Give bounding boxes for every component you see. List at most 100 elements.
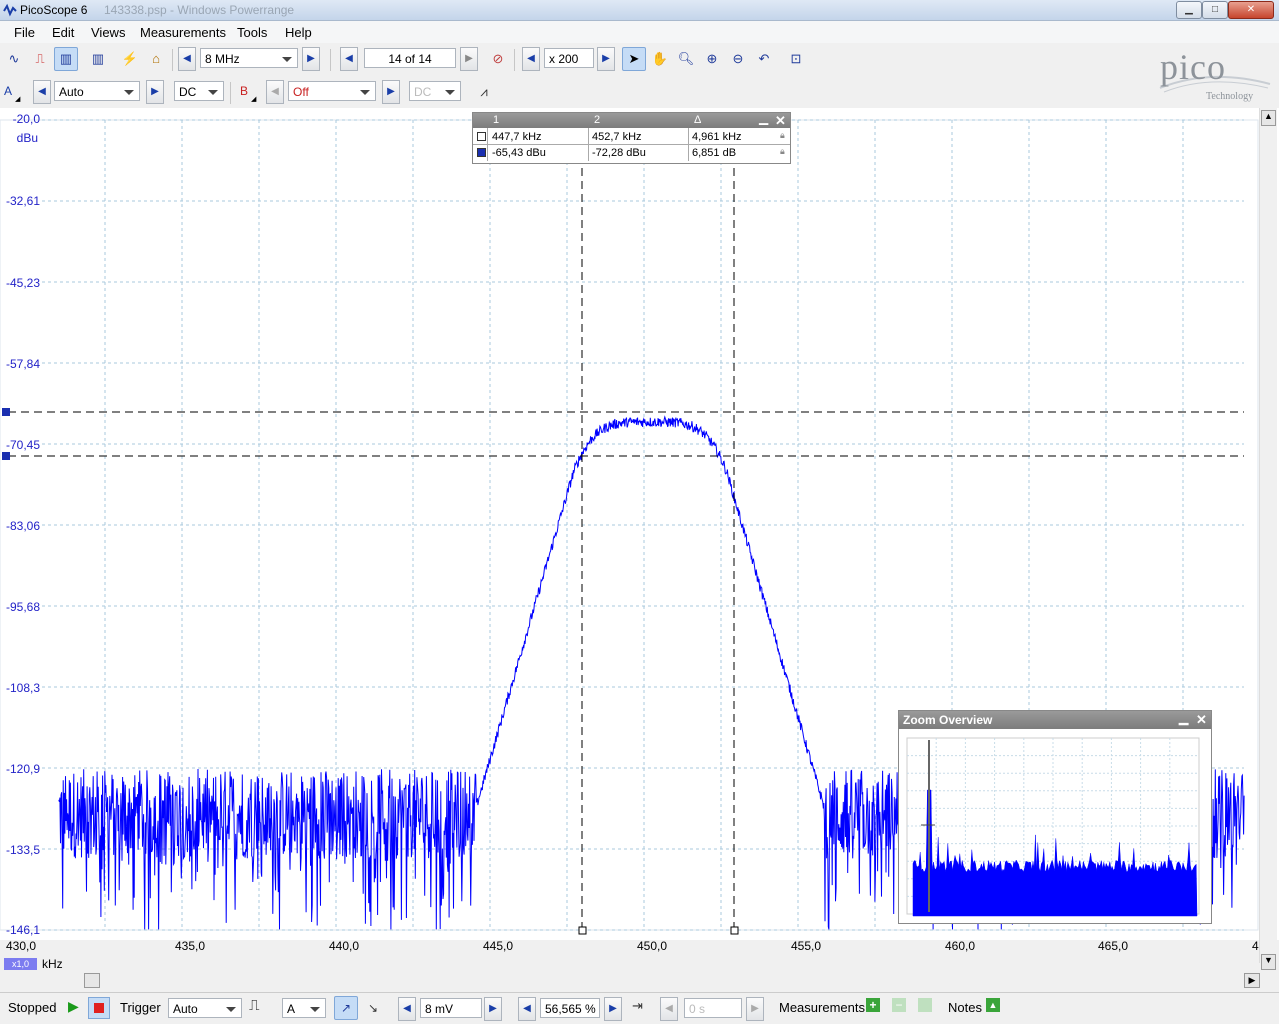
measurements-label: Measurements — [779, 1000, 865, 1015]
buffer-previous-button[interactable]: ◀ — [340, 47, 358, 71]
cursor-table-header: 1 2 Δ ▁ ✕ — [473, 111, 790, 129]
minimize-button[interactable]: ▁ — [1176, 1, 1202, 19]
persistence-mode-icon[interactable]: ⎍ — [28, 47, 52, 71]
channel-a-coupling-select[interactable]: DC — [174, 81, 224, 101]
start-icon[interactable]: ▶ — [68, 998, 79, 1015]
y-tick-label: -20,0 — [12, 112, 40, 126]
post-trigger-icon[interactable]: ⇥ — [632, 998, 643, 1014]
rising-edge-icon[interactable]: ↗ — [334, 996, 358, 1020]
menu-help[interactable]: Help — [285, 25, 312, 40]
channel-b-coupling-select[interactable]: DC — [409, 81, 461, 101]
window-subtitle: 143338.psp - Windows Powerrange — [104, 3, 295, 17]
scroll-thumb[interactable] — [84, 973, 100, 988]
range-a-increase-button[interactable]: ▶ — [146, 80, 164, 104]
vertical-scrollbar[interactable]: ▲ ▼ — [1259, 108, 1277, 970]
delete-measurement-icon[interactable] — [918, 998, 932, 1012]
hand-tool-icon[interactable]: ✋ — [648, 47, 672, 71]
delay-field[interactable]: 0 s — [684, 998, 742, 1018]
undo-zoom-icon[interactable]: ↶ — [752, 47, 776, 71]
zoom-decrease-button[interactable]: ◀ — [522, 47, 540, 71]
maximize-button[interactable]: □ — [1202, 1, 1228, 19]
buffer-navigation-field[interactable]: 14 of 14 — [364, 48, 456, 68]
channel-b-range-select[interactable]: Off — [288, 81, 376, 101]
pointer-tool-icon[interactable]: ➤ — [622, 47, 646, 71]
scope-mode-icon[interactable]: ∿ — [2, 47, 26, 71]
channel-a-options[interactable]: A — [4, 84, 12, 98]
stop-button[interactable] — [88, 997, 110, 1019]
delay-decrease-button[interactable]: ◀ — [660, 997, 678, 1021]
edit-measurement-icon[interactable]: − — [892, 998, 906, 1012]
menu-measurements[interactable]: Measurements — [140, 25, 226, 40]
buffer-navigator-icon[interactable]: ⊘ — [486, 47, 510, 71]
trigger-properties-icon[interactable]: ⎍ — [249, 997, 260, 1014]
zoom-to-fit-icon[interactable]: ⊡ — [784, 47, 808, 71]
threshold-field[interactable]: 8 mV — [420, 998, 482, 1018]
scroll-up-button[interactable]: ▲ — [1261, 110, 1276, 126]
close-icon[interactable]: ✕ — [1196, 712, 1207, 728]
buffer-next-button[interactable]: ▶ — [460, 47, 478, 71]
lock-icon[interactable]: 🔒︎ — [780, 130, 785, 141]
cursor-measurement-table: 1 2 Δ ▁ ✕ 447,7 kHz 452,7 kHz 4,961 kHz … — [472, 111, 791, 164]
zoom-overview-graph[interactable] — [899, 730, 1211, 923]
probe-icon[interactable]: ⚡ — [118, 47, 142, 71]
signal-ruler-1-handle — [2, 408, 10, 416]
menu-tools[interactable]: Tools — [237, 25, 267, 40]
y-tick-label: -120,9 — [5, 762, 40, 776]
range-a-decrease-button[interactable]: ◀ — [33, 80, 51, 104]
range-b-increase-button[interactable]: ▶ — [382, 80, 400, 104]
menu-edit[interactable]: Edit — [52, 25, 74, 40]
minimize-icon[interactable]: ▁ — [1179, 711, 1188, 725]
add-measurement-icon[interactable]: + — [866, 998, 880, 1012]
close-icon[interactable]: ✕ — [775, 113, 786, 129]
lock-icon[interactable]: 🔒︎ — [780, 146, 785, 157]
close-button[interactable]: ✕ — [1228, 1, 1274, 19]
x-tick-label: 430,0 — [6, 939, 37, 953]
cursor-2-level: -72,28 dBu — [592, 147, 646, 159]
scroll-down-button[interactable]: ▼ — [1261, 954, 1276, 970]
pretrigger-decrease-button[interactable]: ◀ — [518, 997, 536, 1021]
horizontal-scrollbar[interactable]: ▶ — [0, 971, 1279, 989]
y-unit-label: dBu — [16, 131, 38, 145]
scroll-right-button[interactable]: ▶ — [1244, 973, 1260, 988]
zoom-overview-panel[interactable]: Zoom Overview ▁ ✕ — [898, 710, 1212, 924]
notes-toggle-icon[interactable]: ▲ — [986, 998, 1000, 1012]
zoom-area-icon[interactable]: 🔍︎ — [674, 47, 698, 71]
zoom-increase-button[interactable]: ▶ — [597, 47, 615, 71]
zoom-in-icon[interactable]: ⊕ — [700, 47, 724, 71]
time-rulers-icon — [477, 132, 486, 141]
x-unit-label: kHz — [42, 957, 63, 971]
frequency-increase-button[interactable]: ▶ — [302, 47, 320, 71]
falling-edge-icon[interactable]: ↘ — [361, 996, 385, 1020]
zoom-factor-field[interactable]: x 200 — [544, 48, 594, 68]
range-b-decrease-button[interactable]: ◀ — [266, 80, 284, 104]
signal-generator-icon[interactable]: ⩘ — [472, 80, 496, 104]
cursor-2-header: 2 — [594, 114, 601, 126]
overview-zoom-window — [928, 740, 930, 912]
channel-b-dropdown-icon[interactable]: ◢ — [251, 95, 256, 103]
home-icon[interactable]: ⌂ — [144, 47, 168, 71]
menu-file[interactable]: File — [14, 25, 35, 40]
zoom-out-icon[interactable]: ⊖ — [726, 47, 750, 71]
frequency-decrease-button[interactable]: ◀ — [178, 47, 196, 71]
cursor-1-header: 1 — [493, 114, 500, 126]
delay-increase-button[interactable]: ▶ — [746, 997, 764, 1021]
threshold-decrease-button[interactable]: ◀ — [398, 997, 416, 1021]
cursor-delta-header: Δ — [694, 114, 702, 126]
pretrigger-field[interactable]: 56,565 % — [540, 998, 600, 1018]
x-scale-badge[interactable]: x1,0 — [4, 958, 37, 970]
delta-level: 6,851 dB — [692, 147, 737, 159]
trigger-mode-select[interactable]: Auto — [168, 998, 242, 1018]
spectrum-mode-icon[interactable]: ▥ — [54, 47, 78, 71]
minimize-icon[interactable]: ▁ — [759, 111, 768, 125]
frequency-select[interactable]: 8 MHz — [200, 48, 298, 68]
trigger-channel-select[interactable]: A — [282, 998, 326, 1018]
pretrigger-increase-button[interactable]: ▶ — [604, 997, 622, 1021]
add-spectrum-view-icon[interactable]: ▥ — [86, 47, 110, 71]
channel-a-dropdown-icon[interactable]: ◢ — [15, 95, 20, 103]
time-ruler-2-handle — [730, 926, 739, 935]
channel-b-options[interactable]: B — [240, 84, 248, 98]
threshold-increase-button[interactable]: ▶ — [484, 997, 502, 1021]
column-divider — [588, 128, 589, 161]
menu-views[interactable]: Views — [91, 25, 125, 40]
channel-a-range-select[interactable]: Auto — [54, 81, 140, 101]
